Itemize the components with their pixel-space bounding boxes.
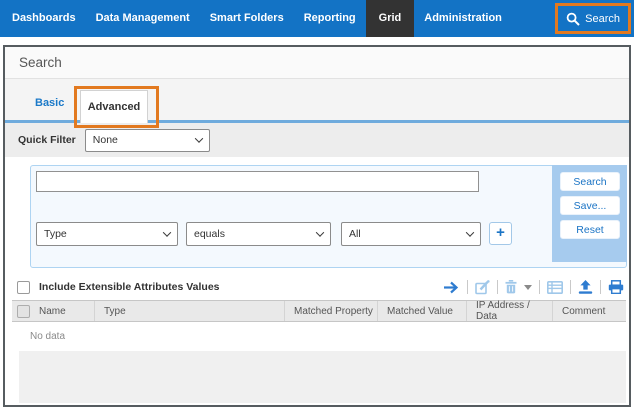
- column-label: Type: [104, 306, 126, 317]
- delete-dropdown-caret[interactable]: [524, 285, 532, 290]
- add-condition-button[interactable]: +: [489, 222, 512, 245]
- nav-search-button[interactable]: Search: [585, 13, 620, 25]
- chevron-down-icon: [466, 228, 474, 236]
- nav-item-reporting[interactable]: Reporting: [294, 0, 366, 37]
- chevron-down-icon: [316, 228, 324, 236]
- reset-button[interactable]: Reset: [560, 220, 620, 239]
- tab-basic[interactable]: Basic: [35, 97, 64, 109]
- header-cell-matched-value[interactable]: Matched Value: [378, 301, 467, 321]
- delete-icon[interactable]: [505, 280, 517, 294]
- top-nav-bar: Dashboards Data Management Smart Folders…: [0, 0, 634, 37]
- search-query-input[interactable]: [36, 171, 479, 192]
- edit-icon[interactable]: [475, 280, 490, 295]
- chevron-down-icon: [163, 228, 171, 236]
- column-label: Name: [39, 306, 66, 317]
- column-view-icon[interactable]: [547, 281, 563, 294]
- header-cell-matched-property[interactable]: Matched Property: [285, 301, 378, 321]
- include-ea-label: Include Extensible Attributes Values: [39, 281, 220, 293]
- header-cell-comment[interactable]: Comment: [553, 301, 626, 321]
- toolbar-separator: [570, 280, 571, 294]
- search-icon[interactable]: [566, 12, 580, 26]
- header-cell-type[interactable]: Type: [95, 301, 285, 321]
- no-data-text: No data: [30, 331, 65, 342]
- annotation-highlight-nav-search: Search: [555, 3, 631, 34]
- save-button[interactable]: Save...: [560, 196, 620, 215]
- condition-value-value: All: [349, 228, 361, 240]
- empty-results-row: No data: [12, 322, 626, 351]
- nav-item-grid[interactable]: Grid: [366, 0, 415, 37]
- nav-item-administration[interactable]: Administration: [414, 0, 512, 37]
- quick-filter-value: None: [93, 134, 118, 146]
- toolbar-separator: [467, 280, 468, 294]
- condition-value-select[interactable]: All: [341, 222, 481, 246]
- results-table: Name Type Matched Property Matched Value…: [12, 300, 626, 351]
- toolbar-separator: [497, 280, 498, 294]
- app-screen: Dashboards Data Management Smart Folders…: [0, 0, 634, 411]
- results-toolbar: Include Extensible Attributes Values: [5, 275, 629, 299]
- toolbar-separator: [539, 280, 540, 294]
- nav-item-dashboards[interactable]: Dashboards: [2, 0, 86, 37]
- nav-item-smart-folders[interactable]: Smart Folders: [200, 0, 294, 37]
- nav-item-data-management[interactable]: Data Management: [86, 0, 200, 37]
- search-button[interactable]: Search: [560, 172, 620, 191]
- go-to-arrow-icon[interactable]: [443, 281, 460, 294]
- results-table-header: Name Type Matched Property Matched Value…: [12, 300, 626, 322]
- toolbar-icon-group: [443, 280, 624, 295]
- condition-field-select[interactable]: Type: [36, 222, 178, 246]
- export-icon[interactable]: [578, 280, 593, 294]
- advanced-filter-panel: Type equals All +: [30, 165, 627, 268]
- condition-field-value: Type: [44, 228, 67, 240]
- page-title: Search: [19, 55, 62, 70]
- search-panel: Search Basic Advanced Quick Filter None …: [3, 45, 631, 407]
- tab-advanced[interactable]: Advanced: [80, 90, 148, 123]
- condition-operator-select[interactable]: equals: [186, 222, 331, 246]
- quick-filter-label: Quick Filter: [18, 134, 76, 146]
- table-empty-area: [19, 351, 626, 403]
- column-label: Comment: [562, 306, 605, 317]
- search-tabstrip: Basic Advanced: [5, 79, 629, 123]
- include-ea-checkbox[interactable]: [17, 281, 30, 294]
- chevron-down-icon: [195, 134, 203, 142]
- quick-filter-row: Quick Filter None: [5, 123, 629, 157]
- toolbar-separator: [600, 280, 601, 294]
- quick-filter-select[interactable]: None: [85, 129, 210, 152]
- header-cell-ip-address-data[interactable]: IP Address / Data: [467, 301, 553, 321]
- panel-title-bar: Search: [5, 47, 629, 79]
- condition-operator-value: equals: [194, 228, 225, 240]
- select-all-checkbox[interactable]: [17, 305, 30, 318]
- header-cell-name[interactable]: Name: [12, 301, 95, 321]
- column-label: Matched Value: [387, 306, 453, 317]
- action-button-panel: Search Save... Reset: [552, 165, 627, 262]
- column-label: IP Address / Data: [476, 300, 552, 322]
- print-icon[interactable]: [608, 280, 624, 294]
- column-label: Matched Property: [294, 306, 373, 317]
